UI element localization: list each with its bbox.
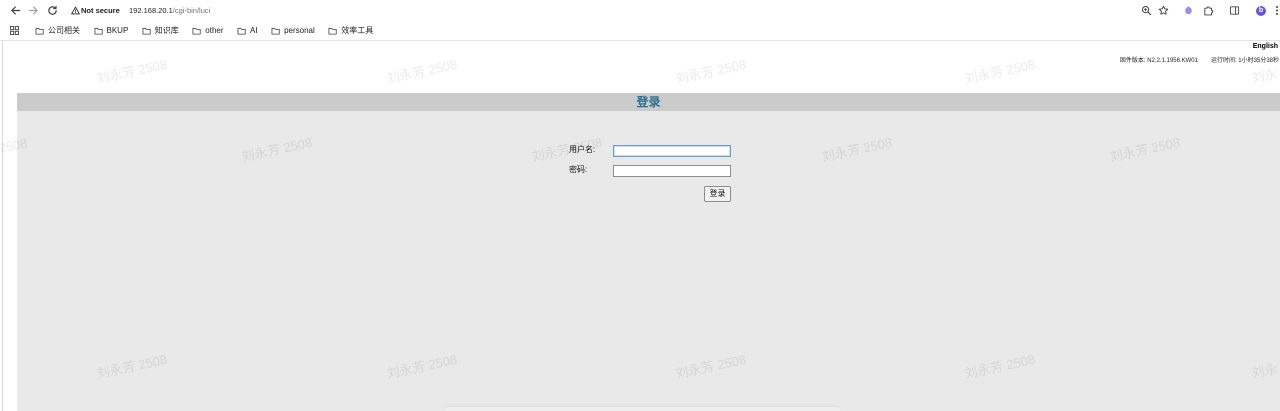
extension-button[interactable] [1183, 5, 1194, 16]
folder-icon [328, 27, 337, 35]
system-status: 固件版本: N2.2.1.1956.KW01 运行时间: 1小时35分38秒 [1120, 57, 1279, 65]
login-header: 登录 [17, 93, 1280, 111]
bookmark-label: other [205, 26, 224, 35]
bookmark-star-button[interactable] [1158, 5, 1169, 16]
apps-grid-icon [10, 26, 19, 35]
url-host: 192.168.20.1 [129, 6, 173, 15]
password-input[interactable] [613, 165, 731, 177]
bookmark-label: 知识库 [154, 26, 179, 35]
footer-panel-edge [445, 407, 840, 411]
bookmark-label: 效率工具 [341, 26, 374, 35]
login-button[interactable]: 登录 [704, 186, 731, 202]
folder-icon [94, 27, 103, 35]
browser-toolbar: Not secure 192.168.20.1/cgi-bin/luci b [0, 0, 1280, 21]
extension-icon [1185, 6, 1192, 15]
side-panel-icon [1229, 6, 1240, 15]
folder-icon [192, 27, 201, 35]
language-link-english[interactable]: English [1253, 43, 1278, 51]
bookmark-folder-personal[interactable]: personal [271, 21, 315, 40]
zoom-icon [1141, 5, 1152, 16]
puzzle-icon [1204, 6, 1214, 16]
watermark: 刘永芳 2508 [1250, 65, 1279, 86]
url-text[interactable]: 192.168.20.1/cgi-bin/luci [129, 2, 210, 19]
folder-icon [35, 27, 44, 35]
username-input[interactable] [613, 145, 731, 157]
forward-button[interactable] [28, 5, 39, 16]
bookmark-label: personal [284, 26, 315, 35]
folder-icon [237, 27, 246, 35]
profile-avatar[interactable]: b [1256, 6, 1266, 16]
side-panel-button[interactable] [1229, 5, 1240, 16]
uptime: 运行时间: 1小时35分38秒 [1210, 58, 1279, 64]
page-left-border [2, 41, 3, 411]
profile-initial: b [1258, 7, 1264, 14]
browser-menu-button[interactable] [1275, 5, 1279, 16]
password-label: 密码: [569, 165, 588, 174]
watermark: 刘永芳 2508 [95, 56, 169, 87]
bookmarks-bar: 公司相关 BKUP 知识库 other AI personal 效率工具 [0, 21, 1280, 41]
bookmark-label: 公司相关 [48, 26, 80, 35]
security-status[interactable]: Not secure [81, 2, 120, 19]
watermark: 刘永芳 2508 [385, 56, 459, 87]
watermark: 刘永芳 2508 [674, 56, 748, 87]
zoom-button[interactable] [1141, 5, 1152, 16]
page-title: 登录 [636, 95, 661, 109]
arrow-right-icon [28, 6, 38, 15]
reload-button[interactable] [47, 5, 58, 16]
watermark: 刘永芳 2508 [963, 56, 1037, 87]
address-bar[interactable]: Not secure 192.168.20.1/cgi-bin/luci [64, 2, 1172, 19]
apps-button[interactable] [10, 26, 19, 35]
menu-dots-icon [1276, 6, 1278, 15]
bookmark-label: BKUP [106, 26, 129, 35]
extensions-menu-button[interactable] [1203, 5, 1214, 16]
folder-icon [142, 27, 151, 35]
bookmark-folder-ai[interactable]: AI [237, 21, 258, 40]
username-label: 用户名: [569, 145, 596, 154]
login-panel: 用户名: 密码: 登录 [17, 111, 1280, 411]
site-info-button[interactable] [71, 6, 80, 15]
back-button[interactable] [10, 5, 21, 16]
folder-icon [271, 27, 280, 35]
login-form: 用户名: 密码: 登录 [557, 141, 737, 205]
firmware-version: 固件版本: N2.2.1.1956.KW01 [1119, 58, 1198, 64]
bookmark-folder-productivity-tools[interactable]: 效率工具 [328, 21, 373, 40]
bookmark-list: 公司相关 BKUP 知识库 other AI personal 效率工具 [35, 21, 373, 40]
arrow-left-icon [11, 6, 21, 15]
page-viewport: English 固件版本: N2.2.1.1956.KW01 运行时间: 1小时… [0, 41, 1280, 411]
star-icon [1158, 5, 1169, 15]
url-path: /cgi-bin/luci [172, 6, 211, 15]
bookmark-folder-company[interactable]: 公司相关 [35, 21, 80, 40]
bookmark-folder-knowledge-base[interactable]: 知识库 [142, 21, 179, 40]
reload-icon [48, 5, 57, 15]
bookmark-folder-other[interactable]: other [192, 21, 224, 40]
warning-icon [71, 6, 80, 15]
bookmark-label: AI [250, 26, 258, 35]
bookmark-folder-bkup[interactable]: BKUP [94, 21, 129, 40]
